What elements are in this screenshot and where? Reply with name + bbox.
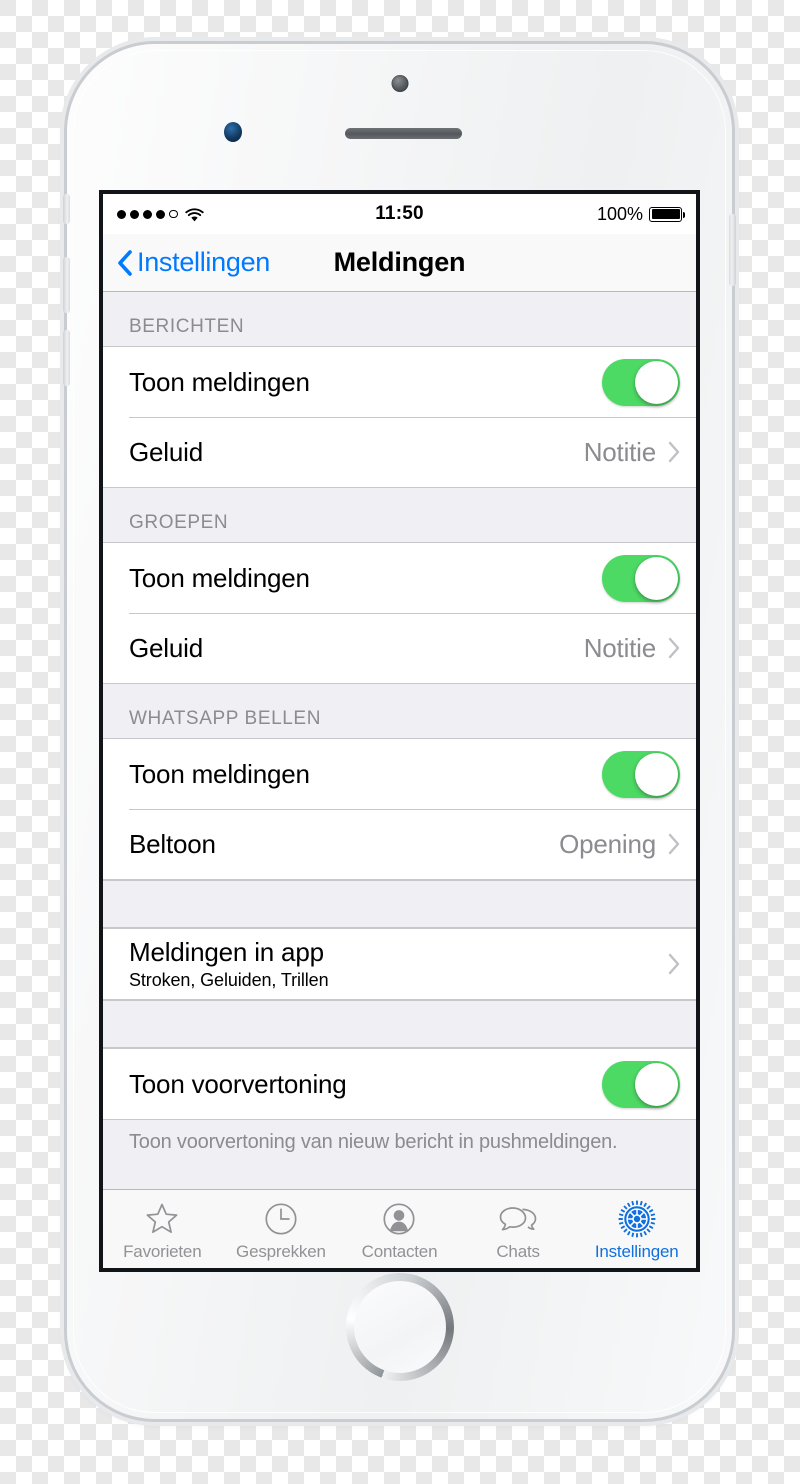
- section-spacer: [103, 1000, 696, 1048]
- star-icon: [145, 1199, 179, 1239]
- toggle-switch-on[interactable]: [602, 1060, 680, 1108]
- row-accessory: [602, 358, 680, 406]
- iphone-device: 11:50 100% Instellingen Meldingen BERICH…: [63, 44, 736, 1419]
- row-text: Toon meldingen: [129, 759, 310, 790]
- tab-contacten[interactable]: Contacten: [340, 1190, 459, 1268]
- back-button[interactable]: Instellingen: [117, 247, 270, 278]
- row-value: Notitie: [583, 436, 656, 467]
- gear-icon: [618, 1199, 656, 1239]
- front-camera: [391, 75, 408, 92]
- toggle-switch-on[interactable]: [602, 750, 680, 798]
- row-text: Meldingen in app Stroken, Geluiden, Tril…: [129, 937, 329, 991]
- row-text: Toon meldingen: [129, 563, 310, 594]
- status-bar: 11:50 100%: [103, 194, 696, 234]
- row-accessory: Notitie: [584, 437, 680, 468]
- navigation-bar: Instellingen Meldingen: [103, 234, 696, 292]
- row-text: Geluid: [129, 633, 203, 664]
- row-accessory: [668, 953, 680, 975]
- row-accessory: Notitie: [584, 633, 680, 664]
- section-footer-note: Toon voorvertoning van nieuw bericht in …: [103, 1120, 696, 1154]
- tab-label: Gesprekken: [236, 1241, 326, 1261]
- section-group-whatsapp-bellen: Toon meldingen Beltoon Opening: [103, 738, 696, 880]
- row-toon-voorvertoning[interactable]: Toon voorvertoning: [103, 1049, 696, 1119]
- speech-bubbles-icon: [498, 1199, 538, 1239]
- phone-screen: 11:50 100% Instellingen Meldingen BERICH…: [99, 190, 700, 1272]
- section-header-whatsapp-bellen: WHATSAPP BELLEN: [103, 684, 696, 738]
- row-text: Beltoon: [129, 829, 216, 860]
- volume-down-button[interactable]: [63, 330, 70, 386]
- row-label: Meldingen in app: [129, 937, 324, 967]
- tab-label: Chats: [496, 1241, 540, 1261]
- back-button-label: Instellingen: [137, 247, 270, 277]
- tab-label: Instellingen: [594, 1241, 679, 1261]
- tab-label: Contacten: [361, 1241, 438, 1261]
- tab-bar: Favorieten Gesprekken Contacten Chats In…: [103, 1189, 696, 1268]
- section-header-groepen: GROEPEN: [103, 488, 696, 542]
- chevron-left-icon: [117, 249, 132, 276]
- chevron-right-icon: [668, 637, 680, 659]
- battery-icon: [649, 206, 685, 222]
- row-label: Toon voorvertoning: [129, 1068, 347, 1099]
- home-button[interactable]: [345, 1273, 454, 1381]
- volume-up-button[interactable]: [63, 257, 70, 313]
- row-accessory: [602, 750, 680, 798]
- row-label: Geluid: [129, 436, 203, 467]
- person-icon: [382, 1199, 416, 1239]
- row-accessory: [602, 1060, 680, 1108]
- section-group-berichten: Toon meldingen Geluid Notitie: [103, 346, 696, 488]
- row-geluid-berichten[interactable]: Geluid Notitie: [103, 417, 696, 487]
- settings-list: BERICHTEN Toon meldingen Geluid Notitie: [103, 292, 696, 1189]
- row-subtitle: Stroken, Geluiden, Trillen: [129, 970, 329, 990]
- tab-instellingen[interactable]: Instellingen: [577, 1190, 696, 1268]
- row-label: Beltoon: [129, 828, 216, 859]
- section-header-berichten: BERICHTEN: [103, 292, 696, 346]
- row-toon-meldingen-bellen[interactable]: Toon meldingen: [103, 739, 696, 809]
- row-label: Geluid: [129, 632, 203, 663]
- row-toon-meldingen-berichten[interactable]: Toon meldingen: [103, 347, 696, 417]
- chevron-right-icon: [668, 441, 680, 463]
- row-meldingen-in-app[interactable]: Meldingen in app Stroken, Geluiden, Tril…: [103, 929, 696, 999]
- section-group-groepen: Toon meldingen Geluid Notitie: [103, 542, 696, 684]
- row-text: Geluid: [129, 437, 203, 468]
- section-spacer: [103, 880, 696, 928]
- row-value: Opening: [559, 828, 656, 859]
- row-label: Toon meldingen: [129, 562, 310, 593]
- tab-favorieten[interactable]: Favorieten: [103, 1190, 222, 1268]
- status-bar-clock: 11:50: [375, 203, 424, 224]
- row-accessory: [602, 554, 680, 602]
- tab-chats[interactable]: Chats: [459, 1190, 578, 1268]
- row-value: Notitie: [583, 632, 656, 663]
- row-accessory: Opening: [559, 829, 680, 860]
- row-toon-meldingen-groepen[interactable]: Toon meldingen: [103, 543, 696, 613]
- toggle-switch-on[interactable]: [602, 554, 680, 602]
- section-group-voorvertoning: Toon voorvertoning: [103, 1048, 696, 1120]
- power-button[interactable]: [729, 214, 736, 286]
- home-button-face: [353, 1281, 446, 1373]
- section-group-meldingen-in-app: Meldingen in app Stroken, Geluiden, Tril…: [103, 928, 696, 1000]
- tab-label: Favorieten: [123, 1241, 202, 1261]
- row-label: Toon meldingen: [129, 366, 310, 397]
- silent-switch[interactable]: [63, 194, 70, 224]
- row-beltoon[interactable]: Beltoon Opening: [103, 809, 696, 879]
- chevron-right-icon: [668, 833, 680, 855]
- proximity-sensor: [224, 122, 242, 142]
- row-geluid-groepen[interactable]: Geluid Notitie: [103, 613, 696, 683]
- row-text: Toon voorvertoning: [129, 1069, 347, 1100]
- tab-gesprekken[interactable]: Gesprekken: [222, 1190, 341, 1268]
- row-text: Toon meldingen: [129, 367, 310, 398]
- earpiece-speaker: [345, 128, 462, 139]
- row-label: Toon meldingen: [129, 758, 310, 789]
- toggle-switch-on[interactable]: [602, 358, 680, 406]
- chevron-right-icon: [668, 953, 680, 975]
- clock-icon: [264, 1199, 298, 1239]
